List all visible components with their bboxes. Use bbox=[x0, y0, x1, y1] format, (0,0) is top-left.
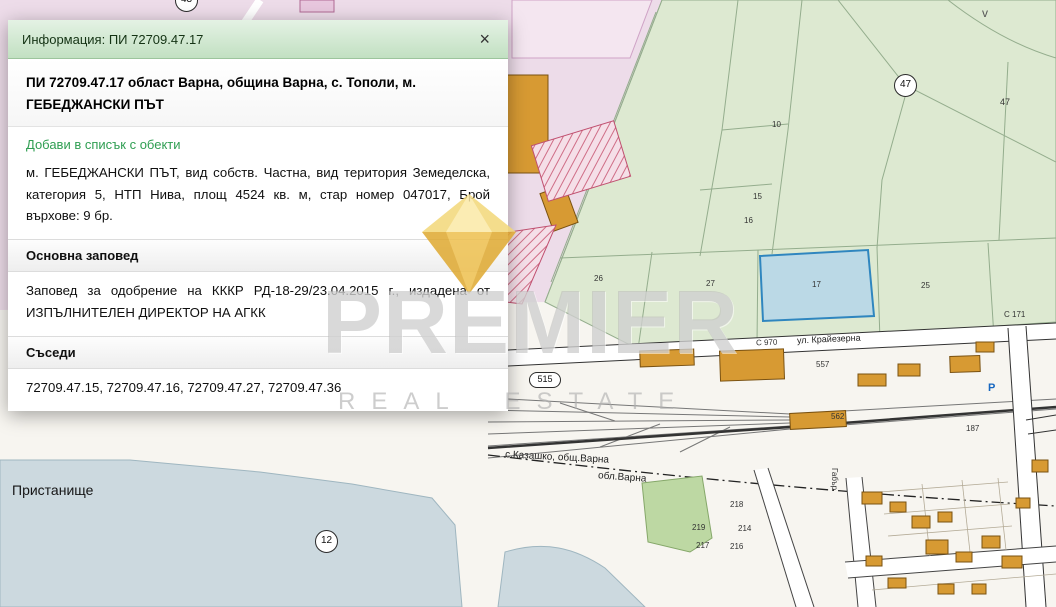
popup-body: ПИ 72709.47.17 област Варна, община Варн… bbox=[8, 59, 508, 411]
order-text: Заповед за одобрение на КККР РД-18-29/23… bbox=[8, 272, 508, 336]
map-viewport[interactable]: v 47 10 15 16 26 27 17 25 С 171 С 970 ул… bbox=[0, 0, 1056, 607]
popup-header: Информация: ПИ 72709.47.17 × bbox=[8, 20, 508, 59]
property-details: м. ГЕБЕДЖАНСКИ ПЪТ, вид собств. Частна, … bbox=[8, 154, 508, 239]
add-to-list-link[interactable]: Добави в списък с обекти bbox=[8, 127, 508, 154]
property-title: ПИ 72709.47.17 област Варна, община Варн… bbox=[8, 59, 508, 127]
neighbors-text: 72709.47.15, 72709.47.16, 72709.47.27, 7… bbox=[8, 369, 508, 411]
section-heading-neighbors: Съседи bbox=[8, 336, 508, 369]
selected-parcel[interactable] bbox=[760, 250, 874, 321]
close-button[interactable]: × bbox=[475, 30, 494, 48]
popup-header-title: Информация: ПИ 72709.47.17 bbox=[22, 32, 203, 47]
section-heading-order: Основна заповед bbox=[8, 239, 508, 272]
info-popup: Информация: ПИ 72709.47.17 × ПИ 72709.47… bbox=[8, 20, 508, 411]
park-area bbox=[642, 476, 712, 552]
